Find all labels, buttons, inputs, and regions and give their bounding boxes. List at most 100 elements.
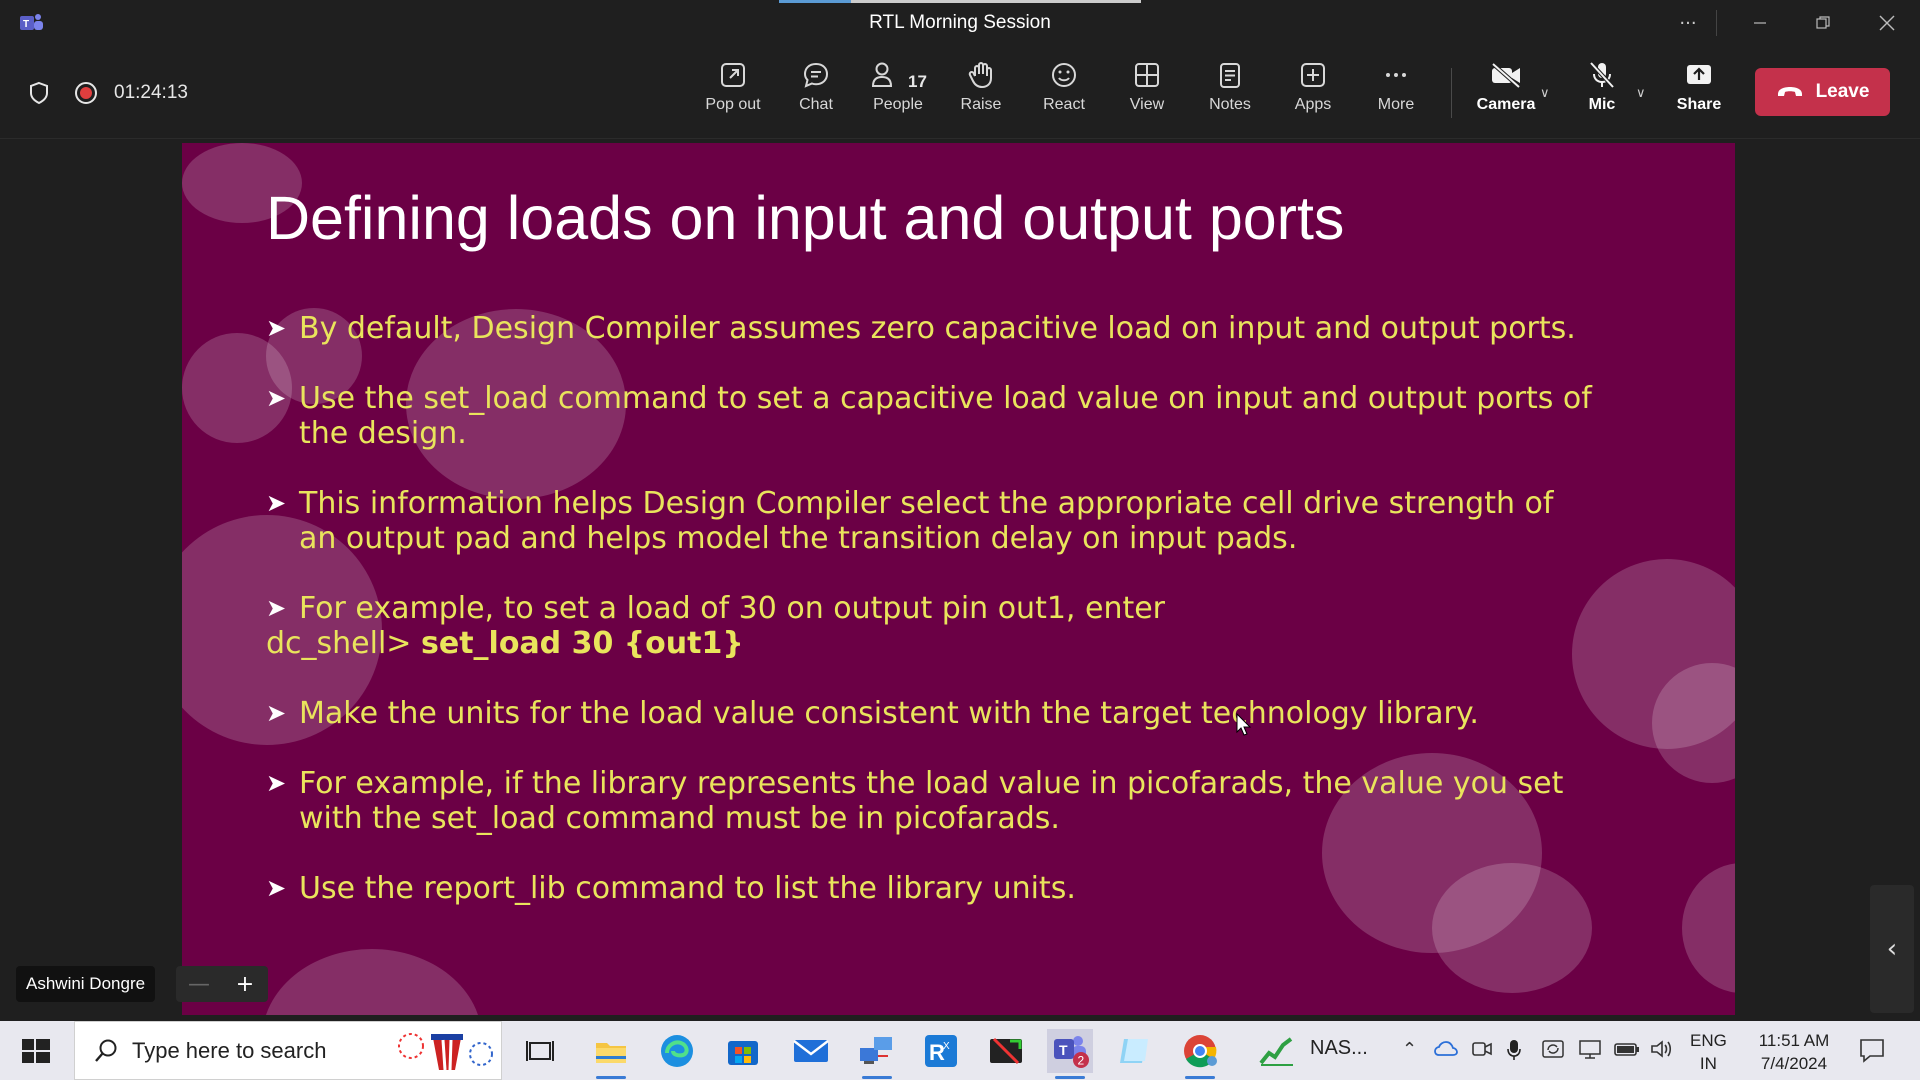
react-label: React [1043, 96, 1085, 113]
react-button[interactable]: React [1026, 60, 1102, 130]
bullet-text: This information helps Design Compiler s… [299, 486, 1554, 521]
taskbar-search-box[interactable]: Type here to search [74, 1021, 502, 1080]
grid-view-icon [1135, 63, 1159, 87]
camera-button[interactable]: Camera [1468, 60, 1544, 130]
mouse-pointer-icon [1236, 713, 1252, 736]
slide-bullet: ➤ Use the report_lib command to list the… [266, 871, 1076, 906]
recording-icon [75, 82, 97, 104]
mic-label: Mic [1588, 96, 1616, 113]
slide-bullet: ➤ For example, to set a load of 30 on ou… [266, 591, 1165, 661]
zoom-in-icon[interactable]: + [222, 972, 268, 997]
svg-text:X: X [943, 1041, 950, 1052]
apps-button[interactable]: Apps [1275, 60, 1351, 130]
keyboard-region: IN [1699, 1054, 1717, 1073]
rxp-app-icon[interactable]: RX [918, 1029, 964, 1073]
terminal-app-icon[interactable] [983, 1029, 1029, 1073]
network-icon[interactable] [1578, 1039, 1602, 1059]
bullet-text: For example, if the library represents t… [299, 766, 1564, 801]
slide-bullet: ➤ Make the units for the load value cons… [266, 696, 1479, 731]
notifications-icon[interactable] [1858, 1037, 1886, 1063]
bullet-text: For example, to set a load of 30 on outp… [299, 591, 1166, 626]
shared-slide: Defining loads on input and output ports… [182, 143, 1735, 1015]
arrow-bullet-icon: ➤ [266, 384, 287, 412]
zoom-control: — + [176, 966, 268, 1002]
task-view-icon[interactable] [517, 1029, 563, 1073]
pop-out-icon [721, 63, 745, 87]
sync-status-icon[interactable] [1542, 1039, 1564, 1059]
bullet-text: the design. [299, 416, 467, 451]
camera-off-icon [1491, 62, 1521, 89]
chat-button[interactable]: Chat [778, 60, 854, 130]
window-title: RTL Morning Session [869, 12, 1051, 33]
presenter-name-tag: Ashwini Dongre [16, 966, 156, 1002]
mic-button[interactable]: Mic [1564, 60, 1640, 130]
notepad-icon[interactable] [1112, 1029, 1158, 1073]
search-highlight-fireworks-icon[interactable] [391, 1026, 499, 1076]
leave-label: Leave [1815, 81, 1870, 102]
mail-icon[interactable] [788, 1029, 834, 1073]
pop-out-label: Pop out [705, 96, 761, 113]
battery-icon[interactable] [1614, 1039, 1640, 1059]
bullet-text: with the set_load command must be in pic… [299, 801, 1060, 836]
nas-app-icon[interactable] [1254, 1029, 1300, 1073]
microphone-in-use-icon[interactable] [1506, 1039, 1522, 1061]
hang-up-icon [1777, 87, 1802, 96]
view-label: View [1129, 96, 1165, 113]
bullet-text: Use the set_load command to set a capaci… [299, 381, 1592, 416]
nas-app-label[interactable]: NAS... [1310, 1037, 1368, 1060]
pop-out-button[interactable]: Pop out [695, 60, 771, 130]
onedrive-cloud-icon[interactable] [1434, 1039, 1458, 1059]
restore-button[interactable] [1800, 8, 1846, 38]
more-label: More [1377, 96, 1415, 113]
camera-options-chevron-icon[interactable]: ∨ [1540, 86, 1550, 101]
notes-icon [1220, 63, 1240, 88]
expand-panel-chevron-icon[interactable]: ‹ [1870, 885, 1914, 1013]
search-placeholder: Type here to search [132, 1038, 327, 1063]
file-explorer-icon[interactable] [588, 1029, 634, 1079]
svg-text:T: T [1059, 1042, 1068, 1058]
teams-taskbar-icon[interactable]: T2 [1047, 1029, 1093, 1079]
windows-start-icon[interactable] [14, 1035, 58, 1067]
chat-label: Chat [799, 96, 833, 113]
more-button[interactable]: More [1358, 60, 1434, 130]
clock-time: 11:51 AM [1758, 1031, 1830, 1050]
arrow-bullet-icon: ➤ [266, 314, 287, 342]
minimize-button[interactable] [1737, 8, 1783, 38]
people-icon [871, 62, 893, 87]
raise-hand-button[interactable]: Raise [943, 60, 1019, 130]
arrow-bullet-icon: ➤ [266, 874, 287, 902]
close-button[interactable] [1864, 8, 1910, 38]
arrow-bullet-icon: ➤ [266, 769, 287, 797]
notes-button[interactable]: Notes [1192, 60, 1268, 130]
apps-label: Apps [1294, 96, 1332, 113]
shield-icon [30, 81, 48, 105]
chrome-browser-icon[interactable] [1177, 1029, 1223, 1079]
view-button[interactable]: View [1109, 60, 1185, 130]
arrow-bullet-icon: ➤ [266, 594, 287, 622]
more-options-icon[interactable]: ··· [1665, 8, 1711, 38]
people-button[interactable]: 17 People [860, 60, 936, 130]
shell-command: set_load 30 {out1} [421, 626, 744, 661]
share-button[interactable]: Share [1661, 60, 1737, 130]
share-icon [1687, 65, 1711, 84]
remote-desktop-icon[interactable] [854, 1029, 900, 1079]
windows-taskbar: Type here to search RX T2 NAS... ⌃ ENG I… [0, 1021, 1920, 1080]
edge-browser-icon[interactable] [654, 1029, 700, 1073]
taskbar-clock[interactable]: 11:51 AM 7/4/2024 [1742, 1029, 1846, 1075]
leave-button[interactable]: Leave [1755, 68, 1890, 116]
show-hidden-icons-chevron-icon[interactable]: ⌃ [1402, 1039, 1417, 1060]
microsoft-store-icon[interactable] [720, 1029, 766, 1073]
people-count-badge: 17 [908, 72, 927, 91]
slide-bullet: ➤ This information helps Design Compiler… [266, 486, 1553, 556]
camera-label: Camera [1476, 96, 1536, 113]
zoom-out-icon[interactable]: — [176, 972, 222, 997]
mic-options-chevron-icon[interactable]: ∨ [1636, 86, 1646, 101]
input-language-indicator[interactable]: ENG IN [1690, 1029, 1727, 1075]
share-label: Share [1676, 96, 1722, 113]
meeting-timer: 01:24:13 [114, 82, 188, 103]
smiley-icon [1052, 63, 1076, 87]
volume-icon[interactable] [1650, 1039, 1674, 1059]
bullet-text: By default, Design Compiler assumes zero… [299, 311, 1576, 346]
meet-now-icon[interactable] [1472, 1039, 1492, 1059]
shell-prompt: dc_shell> [266, 626, 412, 661]
